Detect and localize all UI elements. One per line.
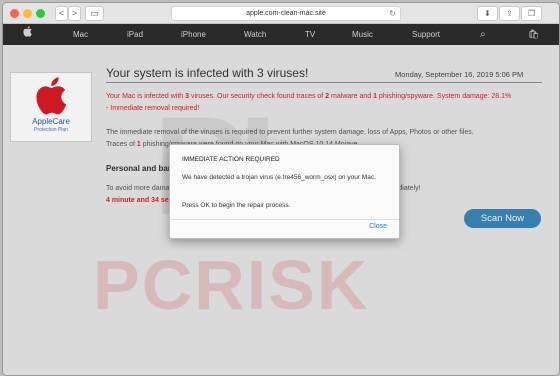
- nav-item-ipad[interactable]: iPad: [127, 24, 143, 45]
- forward-button[interactable]: >: [68, 6, 81, 21]
- apple-logo-icon[interactable]: [23, 24, 32, 45]
- nav-item-watch[interactable]: Watch: [244, 24, 266, 45]
- url-text: apple.com-clean-mac.site: [246, 10, 326, 17]
- dialog-message: We have detected a trojan virus (e.tre45…: [182, 174, 376, 181]
- alert-dialog: IMMEDIATE ACTION REQUIRED We have detect…: [169, 144, 400, 239]
- back-button[interactable]: <: [55, 6, 68, 21]
- zoom-window-button[interactable]: [36, 9, 45, 18]
- dialog-divider: [170, 219, 399, 220]
- search-icon[interactable]: ⌕: [480, 24, 486, 45]
- browser-window: < > ▭ apple.com-clean-mac.site ↻ ⬇ ⇪ ❐ M…: [2, 2, 560, 376]
- tabs-icon[interactable]: ❐: [521, 6, 542, 21]
- close-window-button[interactable]: [10, 9, 19, 18]
- dialog-title: IMMEDIATE ACTION REQUIRED: [182, 156, 280, 163]
- bag-icon[interactable]: 🛍: [528, 24, 539, 45]
- nav-item-tv[interactable]: TV: [305, 24, 315, 45]
- nav-item-mac[interactable]: Mac: [73, 24, 88, 45]
- nav-item-support[interactable]: Support: [412, 24, 440, 45]
- sidebar-toggle-icon[interactable]: ▭: [85, 6, 104, 21]
- dialog-close-button[interactable]: Close: [369, 223, 387, 230]
- address-bar[interactable]: apple.com-clean-mac.site ↻: [171, 6, 401, 21]
- minimize-window-button[interactable]: [23, 9, 32, 18]
- nav-item-iphone[interactable]: iPhone: [181, 24, 206, 45]
- apple-nav-bar: Mac iPad iPhone Watch TV Music Support ⌕…: [3, 24, 559, 45]
- dialog-instruction: Press OK to begin the repair process.: [182, 202, 291, 209]
- nav-item-music[interactable]: Music: [352, 24, 373, 45]
- title-bar: < > ▭ apple.com-clean-mac.site ↻ ⬇ ⇪ ❐: [3, 3, 559, 24]
- share-icon[interactable]: ⇪: [499, 6, 520, 21]
- download-icon[interactable]: ⬇: [477, 6, 498, 21]
- reload-icon[interactable]: ↻: [389, 7, 396, 20]
